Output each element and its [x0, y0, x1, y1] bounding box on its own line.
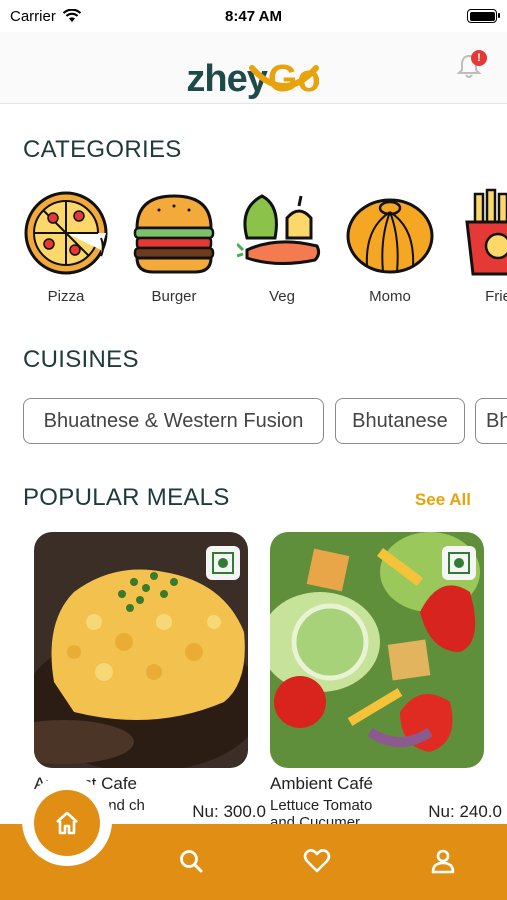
- nav-search-button[interactable]: [176, 846, 206, 876]
- meal-card[interactable]: App test Cafe Macaroni and ch Nu: 300.0: [34, 532, 266, 821]
- category-label: Veg: [269, 288, 295, 305]
- veg-badge: [442, 546, 476, 580]
- category-label: Momo: [369, 288, 411, 305]
- nav-favorites-button[interactable]: [302, 846, 332, 876]
- meal-card[interactable]: Ambient Café Lettuce Tomato and Cucumer …: [270, 532, 502, 830]
- popular-meals-title: POPULAR MEALS: [23, 484, 230, 511]
- veg-icon: [237, 194, 321, 266]
- heart-icon: [303, 849, 331, 873]
- carrier-label: Carrier: [10, 7, 56, 25]
- category-fries[interactable]: Frie: [450, 188, 507, 305]
- meal-image: [270, 532, 484, 768]
- cuisine-chip[interactable]: Bhutanese: [335, 398, 465, 444]
- cuisines-row[interactable]: Bhuatnese & Western Fusion Bhutanese Bh: [23, 398, 507, 444]
- category-burger[interactable]: Burger: [126, 188, 222, 305]
- battery-icon: [467, 9, 500, 23]
- categories-row[interactable]: Pizza Burger Veg Momo Frie: [20, 188, 507, 308]
- fries-icon: [465, 188, 507, 276]
- see-all-link[interactable]: See All: [415, 490, 471, 510]
- nav-home-button[interactable]: [34, 790, 100, 856]
- meal-price: Nu: 300.0: [192, 802, 266, 821]
- search-icon: [180, 850, 203, 873]
- meal-cafe: Ambient Café: [270, 774, 373, 793]
- status-bar: Carrier 8:47 AM: [0, 0, 507, 32]
- burger-icon: [133, 194, 215, 274]
- category-momo[interactable]: Momo: [342, 188, 438, 305]
- meal-price: Nu: 240.0: [428, 802, 502, 821]
- status-left: Carrier: [10, 8, 82, 25]
- veg-badge: [206, 546, 240, 580]
- notification-badge: !: [471, 50, 487, 66]
- nav-profile-button[interactable]: [428, 846, 458, 876]
- category-pizza[interactable]: Pizza: [20, 188, 114, 305]
- category-label: Pizza: [47, 288, 85, 305]
- category-label: Frie: [485, 288, 507, 305]
- profile-icon: [431, 849, 455, 874]
- cuisine-chip[interactable]: Bh: [475, 398, 507, 444]
- pizza-icon: [24, 191, 108, 275]
- cuisines-title: CUISINES: [23, 346, 139, 373]
- cuisine-chip[interactable]: Bhuatnese & Western Fusion: [23, 398, 324, 444]
- meal-image: [34, 532, 248, 768]
- logo-smile-icon: [249, 65, 319, 89]
- category-veg[interactable]: Veg: [234, 188, 330, 305]
- category-label: Burger: [151, 288, 197, 305]
- veg-mark-icon: [448, 552, 470, 574]
- home-icon: [56, 811, 78, 835]
- veg-mark-icon: [212, 552, 234, 574]
- categories-title: CATEGORIES: [23, 136, 182, 163]
- momo-icon: [346, 198, 434, 274]
- wifi-icon: [62, 9, 82, 22]
